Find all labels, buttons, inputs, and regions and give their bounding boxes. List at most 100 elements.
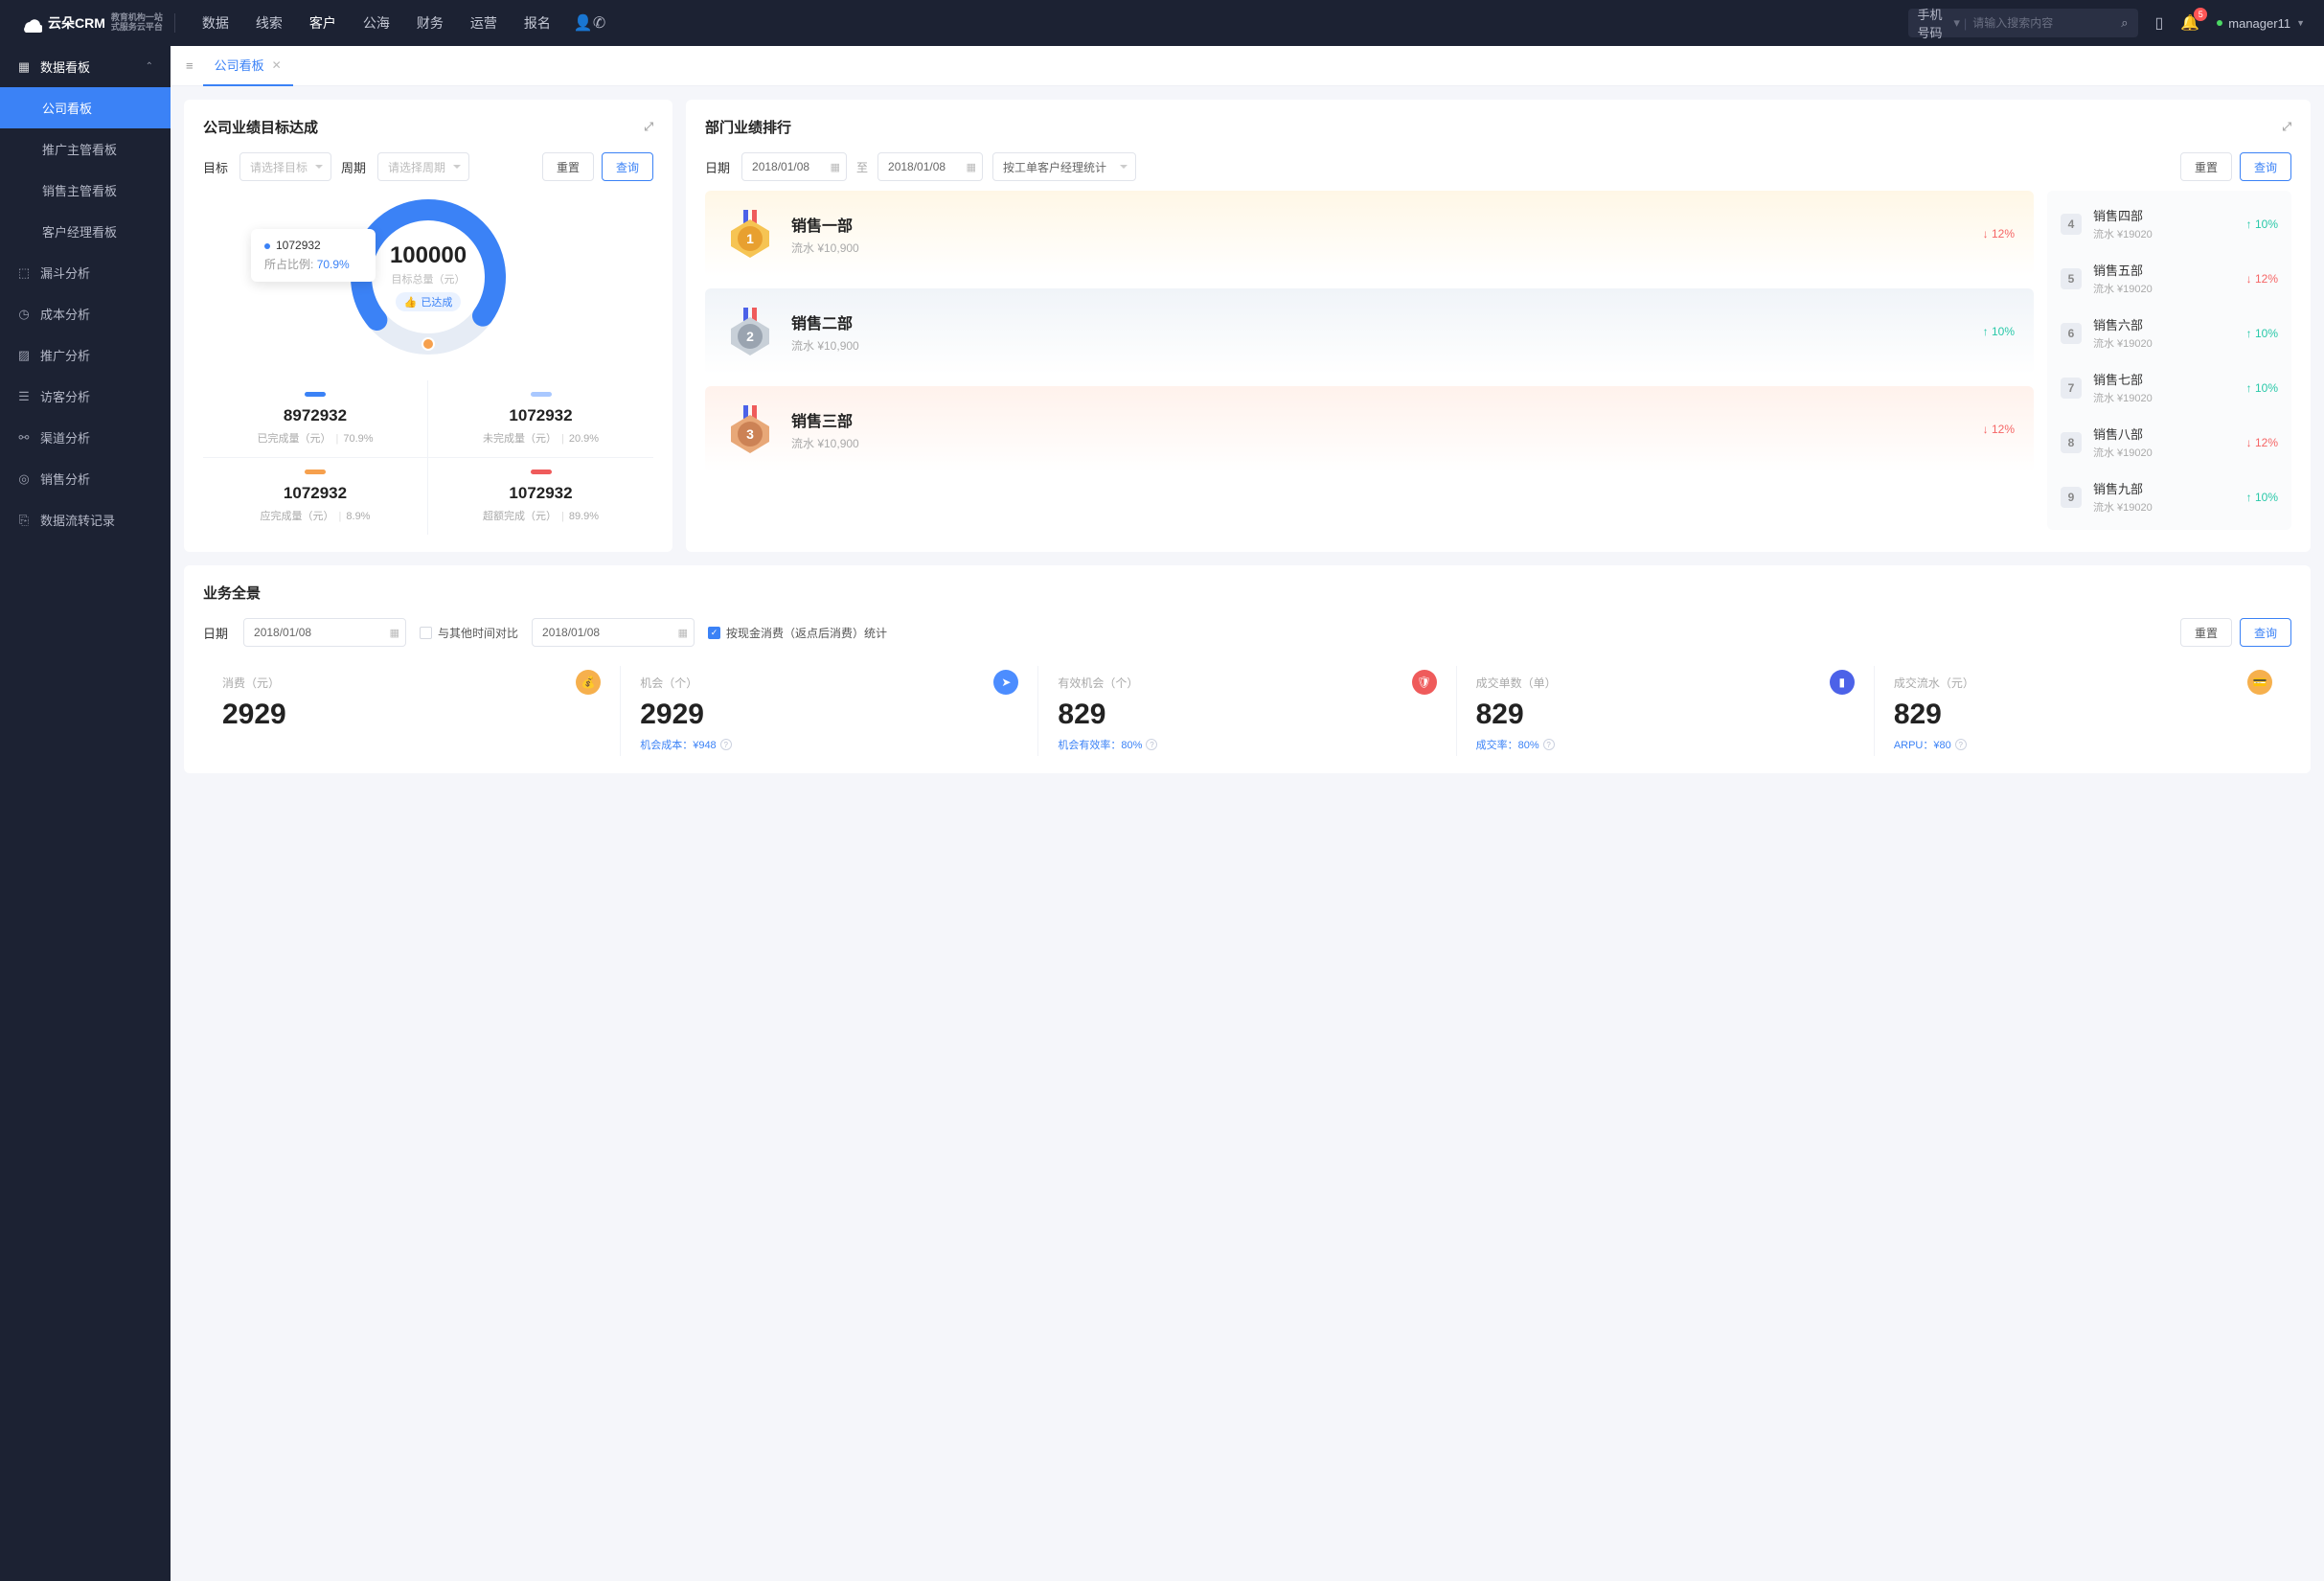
nav-数据[interactable]: 数据 xyxy=(202,13,229,33)
rank-row: 9销售九部流水 ¥19020↑ 10% xyxy=(2047,470,2291,524)
logo: 云朵CRM 教育机构一站 式服务云平台 xyxy=(19,13,175,33)
medal-icon: 2 xyxy=(724,306,776,357)
trend: ↑ 10% xyxy=(2246,381,2278,395)
panel-rank: 部门业绩排行 ⤢ 日期 2018/01/08▦ 至 2018/01/08▦ 按工… xyxy=(686,100,2311,552)
panel-target: 公司业绩目标达成 ⤢ 目标 请选择目标 周期 请选择周期 重置 查询 xyxy=(184,100,672,552)
nav-公海[interactable]: 公海 xyxy=(363,13,390,33)
rank-card-1: 1销售一部流水 ¥10,900↓ 12% xyxy=(705,191,2034,277)
help-icon[interactable]: ? xyxy=(720,739,732,750)
user-menu[interactable]: manager11 ▼ xyxy=(2217,16,2305,31)
rank-number: 9 xyxy=(2061,487,2082,508)
rank-row: 4销售四部流水 ¥19020↑ 10% xyxy=(2047,196,2291,251)
nav-线索[interactable]: 线索 xyxy=(256,13,283,33)
overview-date1[interactable]: 2018/01/08▦ xyxy=(243,618,406,647)
expand-icon[interactable]: ⤢ xyxy=(644,120,653,134)
sidebar-item-0[interactable]: 公司看板 xyxy=(0,87,171,128)
kpi-4: 成交流水（元）💳829ARPU：¥80 ? xyxy=(1875,666,2291,756)
calendar-icon: ▦ xyxy=(678,627,688,639)
sidebar-item-成本分析[interactable]: ◷成本分析 xyxy=(0,293,171,334)
menu-icon: ☰ xyxy=(17,389,31,404)
menu-icon: ⚯ xyxy=(17,430,31,446)
sidebar-group-dashboards[interactable]: ▦ 数据看板 ⌃ xyxy=(0,46,171,87)
checkbox-compare[interactable]: 与其他时间对比 xyxy=(420,625,518,641)
close-icon[interactable]: ✕ xyxy=(272,58,282,72)
expand-icon[interactable]: ⤢ xyxy=(2282,120,2291,134)
nav-报名[interactable]: 报名 xyxy=(524,13,551,33)
rank-card-2: 2销售二部流水 ¥10,900↑ 10% xyxy=(705,288,2034,375)
notif-badge: 5 xyxy=(2194,8,2207,21)
main-content: ≡ 公司看板 ✕ 公司业绩目标达成 ⤢ 目标 请选择目标 周期 xyxy=(171,46,2324,1581)
help-icon[interactable]: ? xyxy=(1146,739,1157,750)
help-icon[interactable]: ? xyxy=(1543,739,1555,750)
overview-date2[interactable]: 2018/01/08▦ xyxy=(532,618,695,647)
query-button[interactable]: 查询 xyxy=(2240,152,2291,181)
tab-bar: ≡ 公司看板 ✕ xyxy=(171,46,2324,86)
device-icon[interactable]: ▯ xyxy=(2155,13,2164,33)
select-target[interactable]: 请选择目标 xyxy=(239,152,331,181)
checkbox-cash[interactable]: ✓按现金消费（返点后消费）统计 xyxy=(708,625,887,641)
stat-cell: 1072932超额完成（元）|89.9% xyxy=(428,458,653,535)
svg-text:2: 2 xyxy=(746,329,754,344)
sidebar-item-推广分析[interactable]: ▨推广分析 xyxy=(0,334,171,376)
sidebar-item-2[interactable]: 销售主管看板 xyxy=(0,170,171,211)
query-button[interactable]: 查询 xyxy=(2240,618,2291,647)
sidebar-item-3[interactable]: 客户经理看板 xyxy=(0,211,171,252)
sidebar-item-漏斗分析[interactable]: ⬚漏斗分析 xyxy=(0,252,171,293)
dashboard-icon: ▦ xyxy=(17,59,31,75)
top-nav: 数据 线索 客户 公海 财务 运营 报名 xyxy=(202,13,551,33)
collapse-icon[interactable]: ≡ xyxy=(182,55,197,77)
search-icon[interactable]: ⌕ xyxy=(2121,15,2128,31)
sidebar-item-数据流转记录[interactable]: ⎘数据流转记录 xyxy=(0,499,171,540)
label-period: 周期 xyxy=(341,158,366,176)
kpi-sub: ARPU：¥80 ? xyxy=(1894,737,2272,752)
rank-number: 4 xyxy=(2061,214,2082,235)
panel-overview: 业务全景 日期 2018/01/08▦ 与其他时间对比 2018/01/08▦ … xyxy=(184,565,2311,773)
search-group: 手机号码 ▾ | ⌕ xyxy=(1908,9,2138,37)
reached-badge: 👍 已达成 xyxy=(396,292,462,311)
menu-icon: ⬚ xyxy=(17,265,31,281)
select-statby[interactable]: 按工单客户经理统计 xyxy=(992,152,1136,181)
search-type[interactable]: 手机号码 xyxy=(1918,5,1950,41)
kpi-icon: 🛡 xyxy=(1412,670,1437,695)
rank-number: 8 xyxy=(2061,432,2082,453)
tab-company-board[interactable]: 公司看板 ✕ xyxy=(203,46,293,86)
rank-number: 5 xyxy=(2061,268,2082,289)
reset-button[interactable]: 重置 xyxy=(2180,618,2232,647)
kpi-sub: 成交率：80% ? xyxy=(1476,737,1855,752)
sidebar-item-1[interactable]: 推广主管看板 xyxy=(0,128,171,170)
sidebar-item-渠道分析[interactable]: ⚯渠道分析 xyxy=(0,417,171,458)
nav-客户[interactable]: 客户 xyxy=(309,13,336,33)
trend: ↑ 10% xyxy=(2246,327,2278,340)
bell-icon[interactable]: 🔔5 xyxy=(2180,13,2199,33)
stat-cell: 1072932应完成量（元）|8.9% xyxy=(203,458,428,535)
query-button[interactable]: 查询 xyxy=(602,152,653,181)
rank-number: 7 xyxy=(2061,378,2082,399)
search-input[interactable] xyxy=(1972,16,2121,30)
date-to[interactable]: 2018/01/08▦ xyxy=(877,152,983,181)
kpi-icon: ▮ xyxy=(1830,670,1855,695)
nav-财务[interactable]: 财务 xyxy=(417,13,444,33)
reset-button[interactable]: 重置 xyxy=(542,152,594,181)
date-from[interactable]: 2018/01/08▦ xyxy=(741,152,847,181)
rank-number: 6 xyxy=(2061,323,2082,344)
trend: ↑ 10% xyxy=(2246,491,2278,504)
sidebar-item-访客分析[interactable]: ☰访客分析 xyxy=(0,376,171,417)
kpi-sub: 机会成本：¥948 ? xyxy=(640,737,1018,752)
kpi-icon: 💳 xyxy=(2247,670,2272,695)
rank-row: 8销售八部流水 ¥19020↓ 12% xyxy=(2047,415,2291,470)
reset-button[interactable]: 重置 xyxy=(2180,152,2232,181)
panel-rank-title: 部门业绩排行 xyxy=(705,117,791,137)
select-period[interactable]: 请选择周期 xyxy=(377,152,469,181)
phone-icon[interactable]: ✆ xyxy=(593,13,605,33)
chart-tooltip: 1072932 所占比例: 70.9% xyxy=(251,229,376,282)
panel-overview-title: 业务全景 xyxy=(203,583,261,603)
trend: ↓ 12% xyxy=(2246,272,2278,286)
logo-brand: 云朵CRM xyxy=(48,13,105,33)
user-icon[interactable]: 👤 xyxy=(574,13,593,33)
calendar-icon: ▦ xyxy=(967,161,976,173)
donut-label: 目标总量（元） xyxy=(390,271,467,286)
sidebar-item-销售分析[interactable]: ◎销售分析 xyxy=(0,458,171,499)
nav-运营[interactable]: 运营 xyxy=(470,13,497,33)
kpi-icon: ➤ xyxy=(993,670,1018,695)
help-icon[interactable]: ? xyxy=(1955,739,1967,750)
